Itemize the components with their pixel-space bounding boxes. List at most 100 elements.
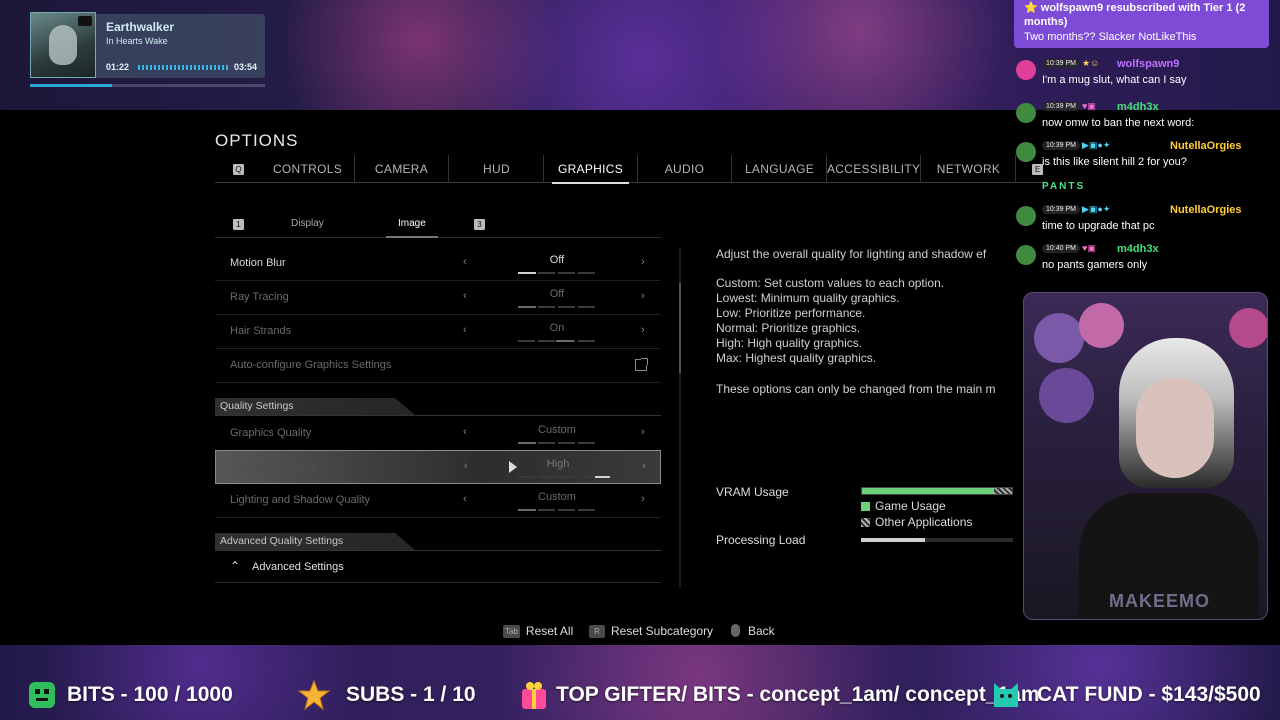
goal-cat-fund: CAT FUND - $143/$500 (1037, 683, 1261, 706)
user-avatar-icon (1016, 206, 1036, 226)
section-header-label: Quality Settings (215, 398, 415, 415)
tab-hud[interactable]: HUD (450, 155, 544, 183)
other-apps-swatch (861, 518, 870, 527)
album-art (30, 12, 96, 78)
chat-username: NutellaOrgies (1170, 204, 1242, 216)
song-progress-bar (30, 84, 265, 87)
message-time: 10:39 PM (1042, 59, 1080, 68)
chevron-left-icon[interactable]: ‹ (463, 256, 467, 268)
setting-row-lighting-shadow-quality[interactable]: Lighting and Shadow Quality ‹ Custom › (215, 484, 661, 518)
plush-toy (1034, 313, 1084, 363)
chat-text: now omw to ban the next word: (1042, 117, 1195, 129)
vram-usage-label: VRAM Usage (716, 485, 789, 499)
chat-text-pants: PANTS (1042, 181, 1086, 192)
chevron-right-icon[interactable]: › (641, 256, 645, 268)
external-link-icon (635, 358, 648, 371)
reset-subcategory-label: Reset Subcategory (611, 624, 714, 638)
tab-camera[interactable]: CAMERA (355, 155, 449, 183)
chevron-left-icon[interactable]: ‹ (464, 460, 468, 472)
chevron-left-icon[interactable]: ‹ (463, 426, 467, 438)
tab-network[interactable]: NETWORK (922, 155, 1016, 183)
setting-label: Lighting and Shadow Quality (230, 494, 371, 506)
subtab-prev-key-hint[interactable]: 1 (233, 219, 244, 230)
legend-label: Other Applications (875, 515, 973, 529)
user-badges-icon: ▶▣●✦ (1082, 204, 1111, 214)
legend-game-usage: Game Usage (861, 499, 946, 513)
reset-subcategory-button[interactable]: R Reset Subcategory (589, 624, 713, 638)
chat-text: is this like silent hill 2 for you? (1042, 156, 1187, 168)
chat-username: wolfspawn9 (1117, 58, 1180, 70)
option-indicator (518, 340, 596, 342)
setting-value: Custom (538, 424, 576, 436)
advanced-settings-label: Advanced Settings (252, 561, 344, 573)
scrollbar-thumb[interactable] (679, 283, 681, 373)
settings-scrollbar[interactable] (679, 247, 681, 587)
setting-value: Off (549, 288, 565, 300)
setting-value: Off (549, 254, 565, 266)
tab-accessibility[interactable]: ACCESSIBILITY (827, 155, 921, 183)
tab-key-icon: Tab (503, 625, 520, 638)
description-line: Normal: Prioritize graphics. (716, 321, 861, 335)
chevron-right-icon[interactable]: › (641, 493, 645, 505)
sub-alert-message: Two months?? Slacker NotLikeThis (1024, 31, 1197, 43)
section-header-label: Advanced Quality Settings (215, 533, 415, 550)
plush-toy (1039, 368, 1094, 423)
user-avatar-icon (1016, 245, 1036, 265)
description-line: Custom: Set custom values to each option… (716, 276, 945, 290)
message-time: 10:39 PM (1042, 205, 1080, 214)
description-line: Max: Highest quality graphics. (716, 351, 877, 365)
graphics-subtab-bar: 1 Display Image 3 (215, 214, 661, 238)
chevron-left-icon[interactable]: ‹ (463, 290, 467, 302)
tab-graphics[interactable]: GRAPHICS (544, 155, 638, 184)
setting-row-motion-blur[interactable]: Motion Blur ‹ Off › (215, 247, 661, 281)
user-badges-icon: ♥▣ (1082, 243, 1096, 253)
album-art-badge-icon (78, 16, 92, 26)
r-key-icon: R (589, 625, 605, 638)
section-header-advanced: Advanced Quality Settings (215, 533, 661, 551)
chevron-right-icon[interactable]: › (641, 426, 645, 438)
option-indicator (518, 509, 596, 511)
setting-row-upscaling-quality[interactable]: Upscaling Quality ‹ High › (215, 450, 661, 484)
message-time: 10:39 PM (1042, 141, 1080, 150)
setting-row-hair-strands[interactable]: Hair Strands ‹ On › (215, 315, 661, 349)
reset-all-button[interactable]: Tab Reset All (503, 624, 573, 638)
chevron-left-icon[interactable]: ‹ (463, 493, 467, 505)
advanced-settings-toggle[interactable]: ⌃ Advanced Settings (215, 553, 661, 583)
description-line: Lowest: Minimum quality graphics. (716, 291, 900, 305)
subtab-display[interactable]: Display (291, 214, 324, 234)
chat-text: time to upgrade that pc (1042, 220, 1155, 232)
chevron-right-icon[interactable]: › (642, 460, 646, 472)
webcam-feed: MAKEEMO (1023, 292, 1268, 620)
tab-controls[interactable]: CONTROLS (261, 155, 355, 183)
subtab-next-key-hint[interactable]: 3 (474, 219, 485, 230)
chevron-right-icon[interactable]: › (641, 324, 645, 336)
setting-row-graphics-quality[interactable]: Graphics Quality ‹ Custom › (215, 417, 661, 451)
tab-prev-key-hint[interactable]: Q (233, 164, 244, 175)
description-line: Low: Prioritize performance. (716, 306, 866, 320)
plush-toy (1229, 308, 1267, 348)
chat-message: 10:40 PM ♥▣ m4dh3x no pants gamers only (1014, 243, 1280, 279)
back-label: Back (748, 624, 775, 638)
message-time: 10:40 PM (1042, 244, 1080, 253)
chevron-left-icon[interactable]: ‹ (463, 324, 467, 336)
setting-row-auto-configure[interactable]: Auto-configure Graphics Settings (215, 349, 661, 383)
bits-gem-icon (29, 682, 55, 708)
gift-icon (522, 682, 546, 709)
song-title: Earthwalker (106, 20, 175, 34)
chevron-up-icon: ⌃ (230, 559, 241, 573)
shirt-print: MAKEEMO (1109, 591, 1210, 611)
user-avatar-icon (1016, 103, 1036, 123)
mouse-right-click-icon (731, 624, 740, 637)
reset-all-label: Reset All (525, 624, 574, 638)
chevron-right-icon[interactable]: › (641, 290, 645, 302)
back-button[interactable]: Back (731, 624, 775, 638)
tab-language[interactable]: LANGUAGE (733, 155, 827, 183)
tab-audio[interactable]: AUDIO (638, 155, 732, 183)
options-tab-bar: Q CONTROLS CAMERA HUD GRAPHICS AUDIO LAN… (215, 155, 1045, 184)
setting-value: On (549, 322, 565, 334)
subscription-alert: ⭐ wolfspawn9 resubscribed with Tier 1 (2… (1014, 0, 1269, 48)
description-line: High: High quality graphics. (716, 336, 863, 350)
setting-row-ray-tracing[interactable]: Ray Tracing ‹ Off › (215, 281, 661, 315)
subtab-image[interactable]: Image (386, 214, 438, 238)
song-album: In Hearts Wake (106, 36, 168, 46)
